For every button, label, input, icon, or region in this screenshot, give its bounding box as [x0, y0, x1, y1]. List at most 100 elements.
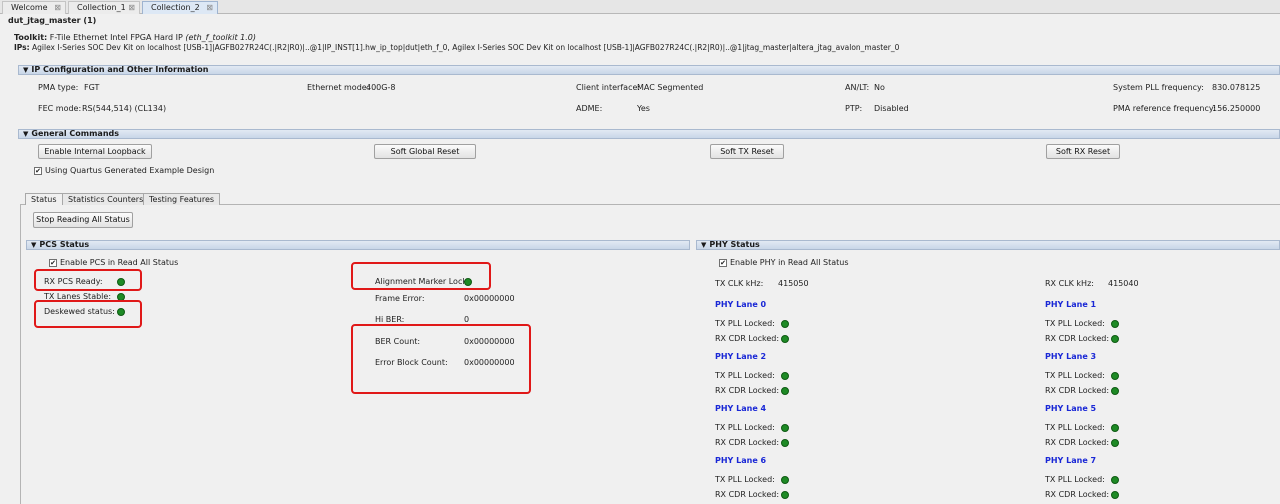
close-icon[interactable]: ⊠: [206, 2, 213, 14]
phy-lane-5-rx-cdr-locked-indicator: [1111, 439, 1119, 447]
pmaref-label: PMA reference frequency:: [1113, 104, 1216, 113]
phy-lane-6-title: PHY Lane 6: [715, 456, 767, 465]
phy-lane-6-rx-cdr-locked-indicator: [781, 491, 789, 499]
pma-type-label: PMA type:: [38, 83, 79, 92]
chevron-down-icon: ▼: [23, 130, 29, 138]
general-commands-section-header[interactable]: ▼ General Commands: [18, 129, 1280, 139]
phy-lane-3-rx-cdr-locked-label: RX CDR Locked:: [1045, 386, 1110, 395]
phy-lane-7-rx-cdr-locked-indicator: [1111, 491, 1119, 499]
phy-lane-2-rx-cdr-locked-indicator: [781, 387, 789, 395]
chevron-down-icon: ▼: [23, 66, 29, 74]
phy-lane-2-title: PHY Lane 2: [715, 352, 767, 361]
enable-phy-checkbox[interactable]: ✔: [719, 259, 727, 267]
ptp-value: Disabled: [874, 104, 909, 113]
toolkit-version: (eth_f_toolkit 1.0): [185, 33, 256, 42]
tab-label: Collection_2: [151, 3, 200, 12]
enable-phy-label: Enable PHY in Read All Status: [730, 258, 849, 267]
client-if-label: Client interface:: [576, 83, 641, 92]
phy-lane-0-rx-cdr-locked-indicator: [781, 335, 789, 343]
phy-lane-1-title: PHY Lane 1: [1045, 300, 1097, 309]
phy-lane-6-tx-pll-locked-label: TX PLL Locked:: [715, 475, 775, 484]
phy-lane-3-tx-pll-locked-label: TX PLL Locked:: [1045, 371, 1105, 380]
adme-label: ADME:: [576, 104, 603, 113]
highlight-error-counters: [351, 324, 531, 394]
phy-lane-7-tx-pll-locked-label: TX PLL Locked:: [1045, 475, 1105, 484]
phy-lane-0-rx-cdr-locked-label: RX CDR Locked:: [715, 334, 780, 343]
ips-value: Agilex I-Series SOC Dev Kit on localhost…: [32, 43, 900, 52]
phy-lane-4-title: PHY Lane 4: [715, 404, 767, 413]
section-title: General Commands: [31, 129, 119, 138]
tab-collection-1[interactable]: Collection_1 ⊠: [68, 1, 140, 14]
eth-mode-label: Ethernet mode:: [307, 83, 370, 92]
phy-lane-6-rx-cdr-locked-label: RX CDR Locked:: [715, 490, 780, 499]
adme-value: Yes: [637, 104, 650, 113]
phy-lane-5-tx-pll-locked-label: TX PLL Locked:: [1045, 423, 1105, 432]
phy-lane-1-tx-pll-locked-label: TX PLL Locked:: [1045, 319, 1105, 328]
phy-lane-4-tx-pll-locked-label: TX PLL Locked:: [715, 423, 775, 432]
phy-lane-3-rx-cdr-locked-indicator: [1111, 387, 1119, 395]
highlight-alignment-marker-lock: [351, 262, 491, 290]
rx-clk-value: 415040: [1108, 279, 1139, 288]
enable-pcs-label: Enable PCS in Read All Status: [60, 258, 179, 267]
phy-lane-7-rx-cdr-locked-label: RX CDR Locked:: [1045, 490, 1110, 499]
highlight-rx-pcs-ready: [34, 269, 142, 291]
subtab-testing-features[interactable]: Testing Features: [143, 193, 221, 205]
phy-lane-4-rx-cdr-locked-label: RX CDR Locked:: [715, 438, 780, 447]
phy-lane-7-tx-pll-locked-indicator: [1111, 476, 1119, 484]
phy-status-section-header[interactable]: ▼ PHY Status: [696, 240, 1280, 250]
phy-lane-3-tx-pll-locked-indicator: [1111, 372, 1119, 380]
page-title: dut_jtag_master (1): [8, 16, 97, 25]
phy-lane-5-tx-pll-locked-indicator: [1111, 424, 1119, 432]
subtab-statistics-counters[interactable]: Statistics Counters: [62, 193, 150, 205]
phy-lane-2-tx-pll-locked-label: TX PLL Locked:: [715, 371, 775, 380]
fec-mode-value: RS(544,514) (CL134): [82, 104, 167, 113]
phy-lane-0-tx-pll-locked-indicator: [781, 320, 789, 328]
ptp-label: PTP:: [845, 104, 863, 113]
phy-lane-7-title: PHY Lane 7: [1045, 456, 1097, 465]
fec-mode-label: FEC mode:: [38, 104, 82, 113]
pma-type-value: FGT: [84, 83, 100, 92]
tab-welcome[interactable]: Welcome ⊠: [2, 1, 66, 14]
close-icon[interactable]: ⊠: [128, 2, 135, 14]
close-icon[interactable]: ⊠: [54, 2, 61, 14]
tx-clk-label: TX CLK kHz:: [715, 279, 764, 288]
soft-rx-reset-button[interactable]: Soft RX Reset: [1046, 144, 1120, 159]
tab-label: Welcome: [11, 3, 48, 12]
phy-lane-0-title: PHY Lane 0: [715, 300, 767, 309]
anlt-label: AN/LT:: [845, 83, 870, 92]
ip-config-section-header[interactable]: ▼ IP Configuration and Other Information: [18, 65, 1280, 75]
phy-lane-2-rx-cdr-locked-label: RX CDR Locked:: [715, 386, 780, 395]
phy-lane-5-title: PHY Lane 5: [1045, 404, 1097, 413]
editor-tab-bar: Welcome ⊠ Collection_1 ⊠ Collection_2 ⊠: [0, 0, 1280, 14]
toolkit-info: Toolkit: F-Tile Ethernet Intel FPGA Hard…: [14, 33, 256, 43]
syspll-label: System PLL frequency:: [1113, 83, 1204, 92]
toolkit-label: Toolkit:: [14, 33, 48, 42]
pcs-status-section-header[interactable]: ▼ PCS Status: [26, 240, 690, 250]
soft-global-reset-button[interactable]: Soft Global Reset: [374, 144, 476, 159]
client-if-value: MAC Segmented: [637, 83, 704, 92]
ips-label: IPs:: [14, 43, 30, 52]
stop-reading-all-status-button[interactable]: Stop Reading All Status: [33, 212, 133, 228]
phy-lane-5-rx-cdr-locked-label: RX CDR Locked:: [1045, 438, 1110, 447]
phy-lane-6-tx-pll-locked-indicator: [781, 476, 789, 484]
highlight-deskewed-status: [34, 300, 142, 328]
subtab-status[interactable]: Status: [25, 193, 63, 205]
enable-pcs-checkbox[interactable]: ✔: [49, 259, 57, 267]
phy-lane-1-rx-cdr-locked-label: RX CDR Locked:: [1045, 334, 1110, 343]
enable-internal-loopback-button[interactable]: Enable Internal Loopback: [38, 144, 152, 159]
tab-collection-2[interactable]: Collection_2 ⊠: [142, 1, 218, 14]
tx-clk-value: 415050: [778, 279, 809, 288]
quartus-example-label: Using Quartus Generated Example Design: [45, 166, 215, 175]
soft-tx-reset-button[interactable]: Soft TX Reset: [710, 144, 784, 159]
pmaref-value: 156.250000: [1212, 104, 1261, 113]
frame-error-value: 0x00000000: [464, 294, 515, 303]
section-title: PCS Status: [39, 240, 90, 249]
chevron-down-icon: ▼: [701, 241, 707, 249]
section-title: IP Configuration and Other Information: [31, 65, 209, 74]
quartus-example-checkbox[interactable]: ✔: [34, 167, 42, 175]
phy-lane-3-title: PHY Lane 3: [1045, 352, 1097, 361]
phy-lane-0-tx-pll-locked-label: TX PLL Locked:: [715, 319, 775, 328]
section-title: PHY Status: [709, 240, 760, 249]
phy-lane-4-rx-cdr-locked-indicator: [781, 439, 789, 447]
toolkit-value: F-Tile Ethernet Intel FPGA Hard IP: [49, 33, 183, 42]
